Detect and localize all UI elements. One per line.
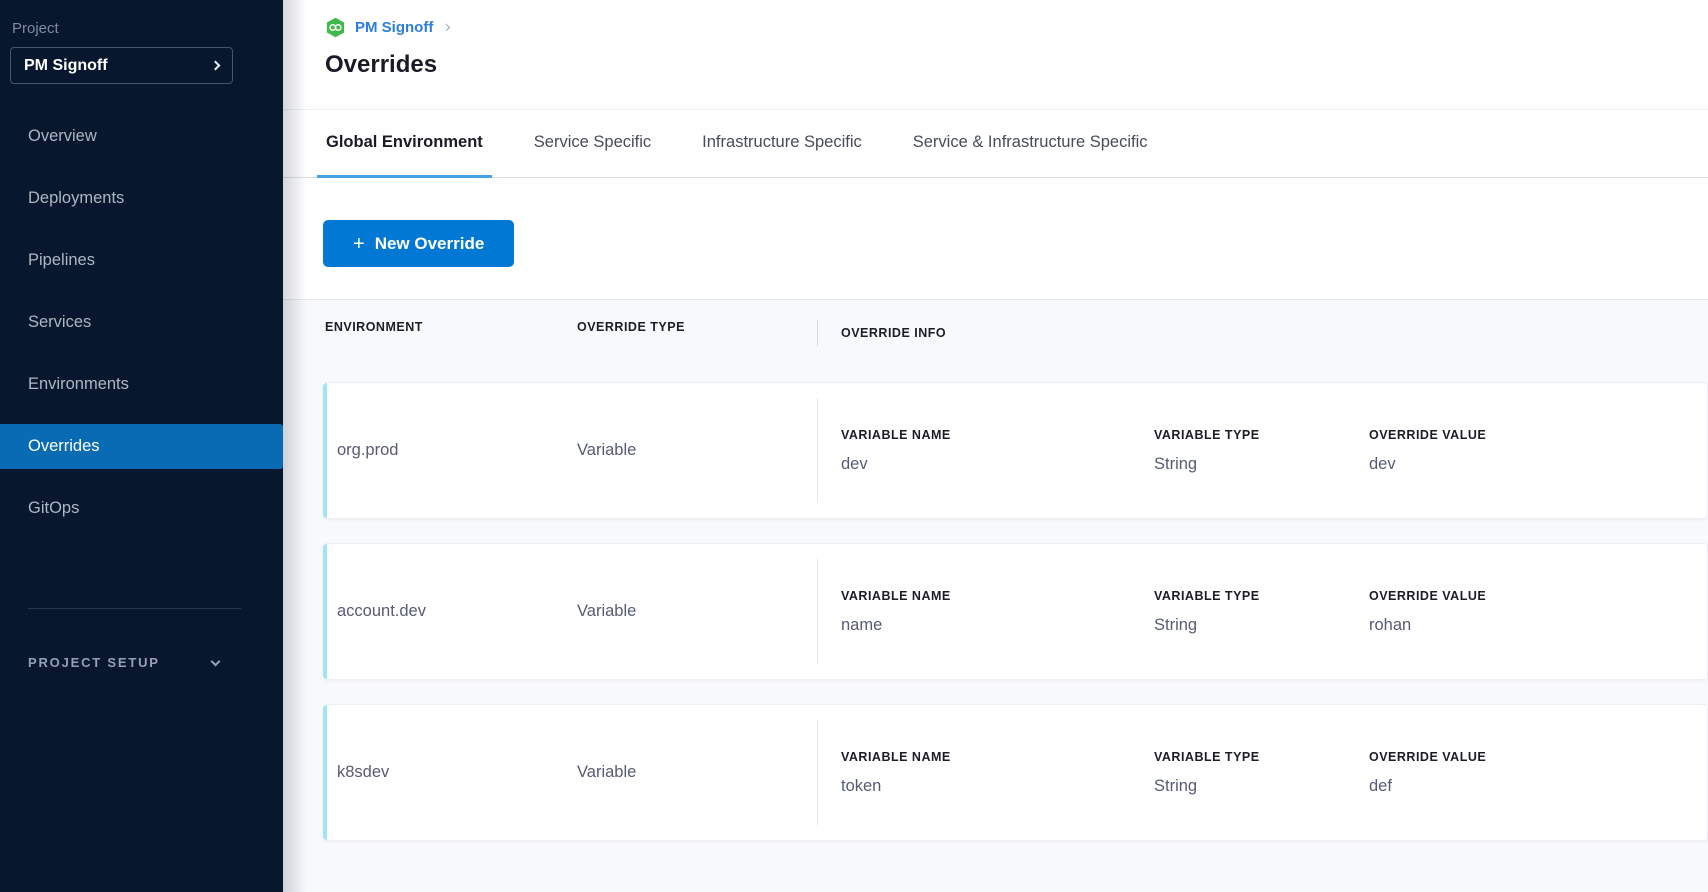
project-selector[interactable]: PM Signoff xyxy=(10,47,233,84)
sidebar-item-overview[interactable]: Overview xyxy=(0,114,283,159)
variable-type-value: String xyxy=(1154,777,1369,796)
chevron-down-icon xyxy=(210,656,220,666)
variable-type-value: String xyxy=(1154,616,1369,635)
project-setup-toggle[interactable]: PROJECT SETUP xyxy=(0,655,283,670)
override-value-value: rohan xyxy=(1369,616,1707,635)
page-header: PM Signoff Overrides xyxy=(283,0,1708,110)
variable-name-value: name xyxy=(841,616,1154,635)
breadcrumb: PM Signoff xyxy=(325,17,1708,38)
sidebar-item-label: Environments xyxy=(28,375,129,394)
sidebar-item-label: Pipelines xyxy=(28,251,95,270)
variable-name-label: VARIABLE NAME xyxy=(841,589,1154,603)
table-row[interactable]: k8sdev Variable VARIABLE NAME token VARI… xyxy=(323,704,1708,841)
sidebar-nav: Overview Deployments Pipelines Services … xyxy=(0,114,283,548)
sidebar-item-label: GitOps xyxy=(28,499,79,518)
variable-name-value: dev xyxy=(841,455,1154,474)
breadcrumb-project-link[interactable]: PM Signoff xyxy=(355,19,433,36)
variable-type-field: VARIABLE TYPE String xyxy=(1154,750,1369,796)
variable-name-label: VARIABLE NAME xyxy=(841,750,1154,764)
row-override-info: VARIABLE NAME name VARIABLE TYPE String … xyxy=(817,559,1707,664)
tab-service-specific[interactable]: Service Specific xyxy=(525,110,660,178)
sidebar-item-label: Overrides xyxy=(28,437,100,456)
sidebar-item-label: Overview xyxy=(28,127,97,146)
sidebar-divider xyxy=(28,608,241,609)
variable-type-field: VARIABLE TYPE String xyxy=(1154,428,1369,474)
project-label: Project xyxy=(12,20,283,37)
override-value-field: OVERRIDE VALUE dev xyxy=(1369,428,1707,474)
page-title: Overrides xyxy=(325,51,1708,79)
override-value-field: OVERRIDE VALUE def xyxy=(1369,750,1707,796)
variable-type-field: VARIABLE TYPE String xyxy=(1154,589,1369,635)
row-environment: account.dev xyxy=(327,544,575,679)
override-value-label: OVERRIDE VALUE xyxy=(1369,589,1707,603)
row-override-type: Variable xyxy=(575,383,817,518)
tab-bar: Global Environment Service Specific Infr… xyxy=(283,110,1708,178)
row-override-info: VARIABLE NAME token VARIABLE TYPE String… xyxy=(817,720,1707,825)
variable-type-label: VARIABLE TYPE xyxy=(1154,589,1369,603)
variable-name-field: VARIABLE NAME name xyxy=(841,589,1154,635)
override-value-value: dev xyxy=(1369,455,1707,474)
sidebar: Project PM Signoff Overview Deployments … xyxy=(0,0,283,892)
sidebar-item-deployments[interactable]: Deployments xyxy=(0,176,283,221)
row-override-type: Variable xyxy=(575,705,817,840)
main-content: PM Signoff Overrides Global Environment … xyxy=(283,0,1708,892)
tab-global-environment[interactable]: Global Environment xyxy=(317,110,492,178)
override-value-field: OVERRIDE VALUE rohan xyxy=(1369,589,1707,635)
column-header-environment: ENVIRONMENT xyxy=(323,320,575,334)
new-override-button-label: New Override xyxy=(375,234,485,254)
sidebar-item-overrides[interactable]: Overrides xyxy=(0,424,283,469)
column-header-override-type: OVERRIDE TYPE xyxy=(575,320,817,334)
sidebar-item-label: Services xyxy=(28,313,91,332)
project-selector-value: PM Signoff xyxy=(24,57,212,75)
override-value-label: OVERRIDE VALUE xyxy=(1369,428,1707,442)
sidebar-item-gitops[interactable]: GitOps xyxy=(0,486,283,531)
override-value-label: OVERRIDE VALUE xyxy=(1369,750,1707,764)
variable-type-label: VARIABLE TYPE xyxy=(1154,750,1369,764)
sidebar-item-label: Deployments xyxy=(28,189,124,208)
cd-module-icon xyxy=(325,17,346,38)
variable-name-field: VARIABLE NAME token xyxy=(841,750,1154,796)
override-value-value: def xyxy=(1369,777,1707,796)
overrides-table: ENVIRONMENT OVERRIDE TYPE OVERRIDE INFO … xyxy=(283,299,1708,892)
variable-type-label: VARIABLE TYPE xyxy=(1154,428,1369,442)
table-row[interactable]: account.dev Variable VARIABLE NAME name … xyxy=(323,543,1708,680)
sidebar-item-pipelines[interactable]: Pipelines xyxy=(0,238,283,283)
plus-icon: + xyxy=(353,234,365,254)
variable-name-label: VARIABLE NAME xyxy=(841,428,1154,442)
chevron-right-icon xyxy=(211,61,221,71)
variable-name-value: token xyxy=(841,777,1154,796)
toolbar: + New Override xyxy=(283,178,1708,299)
tab-infrastructure-specific[interactable]: Infrastructure Specific xyxy=(693,110,871,178)
row-environment: org.prod xyxy=(327,383,575,518)
row-override-type: Variable xyxy=(575,544,817,679)
sidebar-item-services[interactable]: Services xyxy=(0,300,283,345)
breadcrumb-chevron-icon xyxy=(443,24,450,31)
variable-name-field: VARIABLE NAME dev xyxy=(841,428,1154,474)
row-environment: k8sdev xyxy=(327,705,575,840)
variable-type-value: String xyxy=(1154,455,1369,474)
row-override-info: VARIABLE NAME dev VARIABLE TYPE String O… xyxy=(817,398,1707,503)
table-row[interactable]: org.prod Variable VARIABLE NAME dev VARI… xyxy=(323,382,1708,519)
project-setup-label: PROJECT SETUP xyxy=(28,655,160,670)
sidebar-item-environments[interactable]: Environments xyxy=(0,362,283,407)
tab-service-and-infrastructure-specific[interactable]: Service & Infrastructure Specific xyxy=(904,110,1157,178)
table-header-row: ENVIRONMENT OVERRIDE TYPE OVERRIDE INFO xyxy=(323,300,1708,382)
column-header-override-info: OVERRIDE INFO xyxy=(817,320,1708,346)
new-override-button[interactable]: + New Override xyxy=(323,220,514,267)
